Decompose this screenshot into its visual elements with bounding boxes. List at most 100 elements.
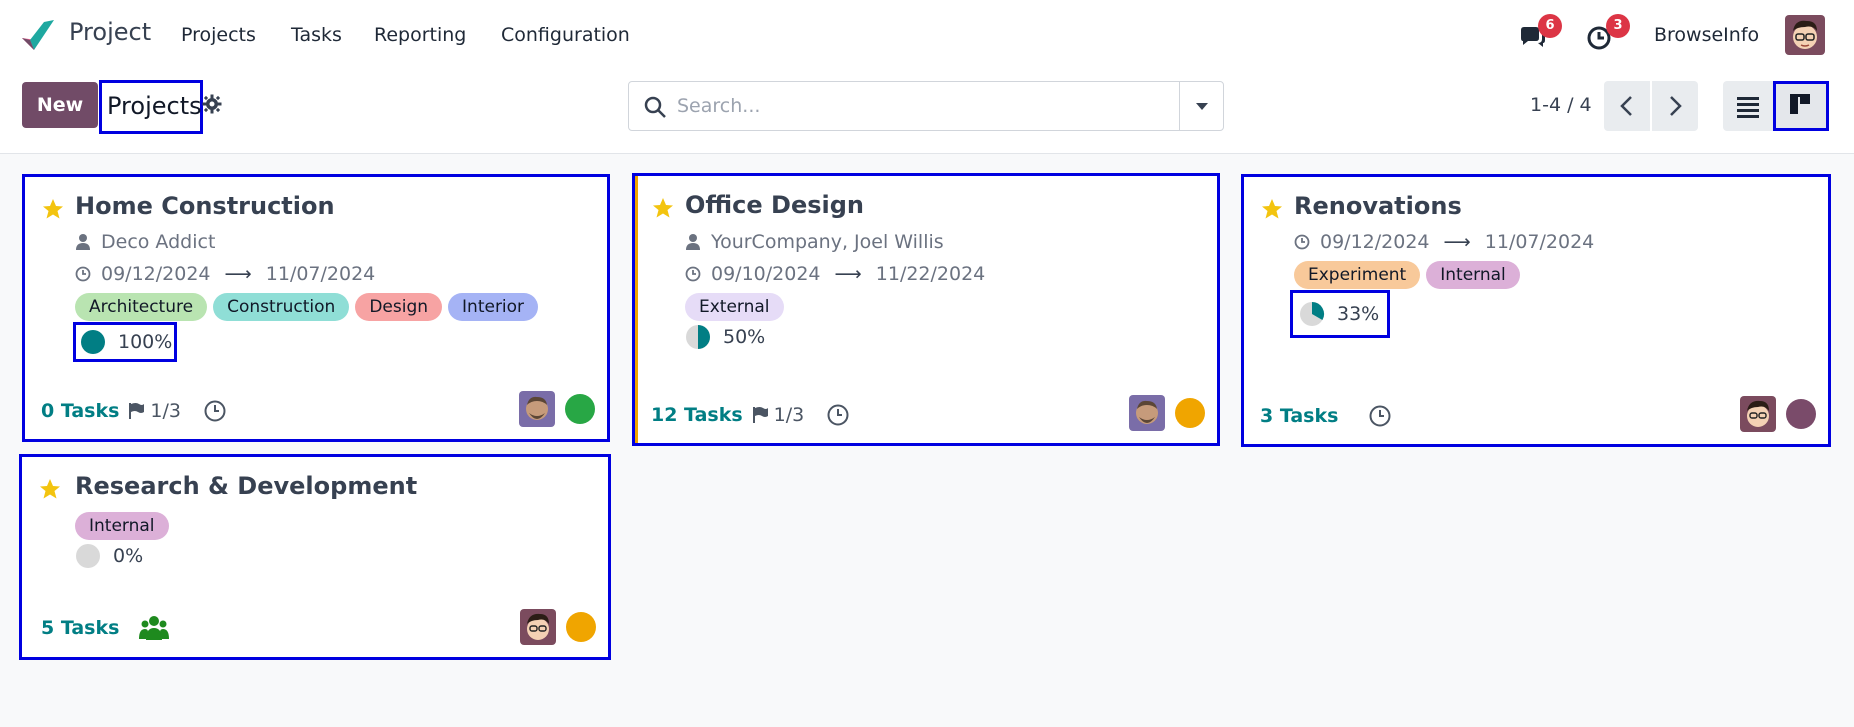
activities-button[interactable]: 3 (1586, 14, 1630, 52)
menu-reporting[interactable]: Reporting (374, 24, 466, 46)
messages-button[interactable]: 6 (1518, 14, 1562, 52)
favorite-star-icon[interactable] (1260, 197, 1284, 221)
chevron-right-icon (1670, 96, 1682, 116)
arrow-right-icon: ⟶ (1443, 231, 1471, 253)
milestones: 1/3 (127, 400, 181, 422)
status-indicator[interactable] (566, 612, 596, 642)
customer-name: YourCompany, Joel Willis (711, 231, 944, 253)
progress-value: 50% (723, 326, 766, 348)
tasks-count-link[interactable]: 3 Tasks (1260, 405, 1338, 427)
tag: External (685, 293, 784, 321)
date-range: 09/12/2024 ⟶ 11/07/2024 (75, 263, 375, 285)
customer-name: Deco Addict (101, 231, 216, 253)
menu-tasks[interactable]: Tasks (291, 24, 342, 46)
project-name[interactable]: Home Construction (75, 192, 335, 220)
activity-clock-icon[interactable] (826, 403, 850, 427)
start-date: 09/10/2024 (711, 263, 821, 285)
manager-avatar[interactable] (520, 609, 556, 645)
project-card[interactable]: Home Construction Deco Addict 09/12/2024… (22, 174, 610, 442)
new-project-button[interactable]: New (22, 82, 98, 128)
status-indicator[interactable] (1786, 399, 1816, 429)
card-footer: 3 Tasks (1260, 404, 1392, 428)
project-name[interactable]: Research & Development (75, 472, 417, 500)
flag-icon (129, 403, 145, 419)
messages-count-badge: 6 (1538, 14, 1562, 38)
activities-count-badge: 3 (1606, 14, 1630, 38)
tag: Construction (213, 293, 350, 321)
progress-pie-icon (1300, 302, 1325, 326)
progress-value: 33% (1337, 303, 1380, 325)
end-date: 11/07/2024 (265, 263, 376, 285)
card-footer: 5 Tasks (41, 615, 170, 641)
pager-next-button[interactable] (1652, 81, 1698, 131)
progress-indicator: 50% (685, 324, 765, 350)
user-avatar[interactable] (1785, 15, 1825, 55)
tag: Design (355, 293, 443, 321)
card-footer: 12 Tasks 1/3 (651, 403, 850, 427)
progress-pie-icon (686, 325, 710, 349)
favorite-star-icon[interactable] (41, 197, 65, 221)
start-date: 09/12/2024 (1320, 231, 1430, 253)
project-card[interactable]: Office Design YourCompany, Joel Willis 0… (632, 173, 1220, 446)
project-app-logo[interactable] (20, 18, 56, 52)
chevron-left-icon (1620, 96, 1632, 116)
status-indicator[interactable] (565, 394, 595, 424)
progress-indicator: 100% (73, 322, 177, 362)
tag: Internal (75, 512, 169, 540)
favorite-star-icon[interactable] (38, 477, 62, 501)
tag-list: Architecture Construction Design Interio… (75, 293, 539, 321)
tasks-count-link[interactable]: 5 Tasks (41, 617, 119, 639)
users-group-icon (139, 616, 170, 640)
project-card[interactable]: Renovations 09/12/2024 ⟶ 11/07/2024 Expe… (1241, 174, 1831, 447)
page-title: Projects (99, 80, 203, 134)
card-footer-right (520, 609, 596, 645)
manager-avatar[interactable] (519, 391, 555, 427)
pager-previous-button[interactable] (1604, 81, 1650, 131)
company-switcher[interactable]: BrowseInfo (1654, 24, 1759, 46)
project-name[interactable]: Renovations (1294, 192, 1462, 220)
kanban-view-button[interactable] (1773, 81, 1829, 131)
tasks-count-link[interactable]: 0 Tasks (41, 400, 119, 422)
top-navbar: Project Projects Tasks Reporting Configu… (0, 0, 1854, 70)
menu-configuration[interactable]: Configuration (501, 24, 630, 46)
favorite-star-icon[interactable] (651, 196, 675, 220)
clock-icon (685, 266, 701, 282)
tag-list: Experiment Internal (1294, 261, 1520, 289)
clock-icon (1294, 234, 1310, 250)
gear-icon[interactable] (202, 94, 222, 114)
manager-avatar[interactable] (1129, 395, 1165, 431)
control-panel: New Projects 1-4 / 4 (0, 70, 1854, 154)
tasks-count-link[interactable]: 12 Tasks (651, 404, 743, 426)
milestones-value: 1/3 (150, 400, 181, 422)
pager-value[interactable]: 1-4 / 4 (1530, 94, 1592, 116)
date-range: 09/10/2024 ⟶ 11/22/2024 (685, 263, 985, 285)
card-footer-right (1129, 395, 1205, 431)
activity-clock-icon[interactable] (1368, 404, 1392, 428)
tag: Architecture (75, 293, 208, 321)
user-icon (686, 234, 700, 250)
activity-clock-icon[interactable] (203, 399, 227, 423)
tag-list: External (685, 293, 784, 321)
progress-value: 0% (113, 545, 144, 567)
search-input[interactable] (677, 92, 1097, 120)
project-card[interactable]: Research & Development Internal 0% 5 Tas… (19, 454, 611, 660)
card-footer-right (1740, 396, 1816, 432)
milestones: 1/3 (751, 404, 804, 426)
project-name[interactable]: Office Design (685, 191, 864, 219)
kanban-icon (1790, 94, 1810, 114)
tag-list: Internal (75, 512, 169, 540)
card-footer: 0 Tasks 1/3 (41, 399, 227, 423)
progress-indicator: 33% (1290, 290, 1390, 338)
app-name[interactable]: Project (69, 18, 151, 46)
search-options-toggle[interactable] (1179, 82, 1223, 130)
manager-avatar[interactable] (1740, 396, 1776, 432)
user-icon (76, 234, 90, 250)
list-view-button[interactable] (1723, 81, 1773, 131)
flag-icon (752, 407, 768, 423)
customer-row: Deco Addict (75, 231, 215, 253)
color-accent (635, 176, 638, 443)
status-indicator[interactable] (1175, 398, 1205, 428)
arrow-right-icon: ⟶ (834, 263, 862, 285)
end-date: 11/22/2024 (875, 263, 986, 285)
menu-projects[interactable]: Projects (181, 24, 256, 46)
